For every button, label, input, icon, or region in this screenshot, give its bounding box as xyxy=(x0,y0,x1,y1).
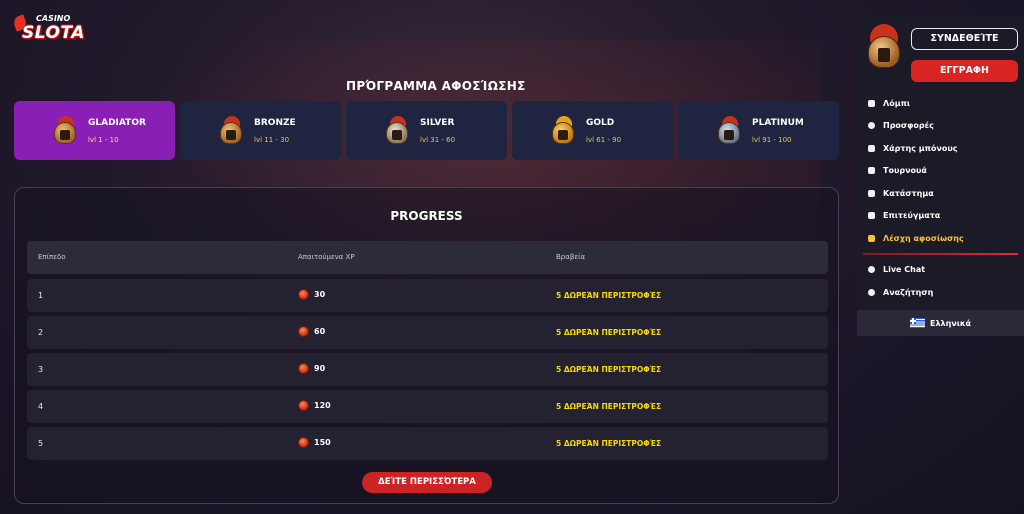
bonus-map-icon xyxy=(868,144,875,152)
tier-silver[interactable]: SILVER lvl 31 - 60 xyxy=(346,101,507,160)
tier-list: GLADIATOR lvl 1 - 10 BRONZE lvl 11 - 30 SI… xyxy=(14,101,839,160)
logo-slota-text: SLOTA xyxy=(22,23,85,43)
sidebar-item-search[interactable]: Αναζήτηση xyxy=(857,281,1024,304)
sidebar-item-label: Λέσχη αφοσίωσης xyxy=(883,233,964,243)
lobby-icon xyxy=(868,99,875,107)
table-row: 5 150 5 ΔΩΡΕΆΝ ΠΕΡΙΣΤΡΟΦΈΣ xyxy=(27,427,828,460)
tier-name: BRONZE xyxy=(254,117,296,128)
sidebar-item-label: Λόμπι xyxy=(883,98,911,108)
row-xp: 90 xyxy=(298,363,325,374)
sidebar-item-bonus-map[interactable]: Χάρτης μπόνους xyxy=(857,137,1024,160)
row-level: 2 xyxy=(38,328,44,337)
row-level: 4 xyxy=(38,402,44,411)
row-xp: 120 xyxy=(298,400,331,411)
page-title: ΠΡΌΓΡΑΜΜΑ ΑΦΟΣΊΩΣΗΣ xyxy=(346,79,526,93)
tier-range: lvl 1 - 10 xyxy=(88,135,119,144)
sidebar: ΣΥΝΔΕΘΕΊΤΕ ΕΓΓΡΑΦΗ Λόμπι Προσφορές Χάρτη… xyxy=(857,16,1024,336)
sidebar-item-label: Αναζήτηση xyxy=(883,287,934,297)
xp-coin-icon xyxy=(298,363,309,374)
tournament-icon xyxy=(868,167,875,175)
table-row: 4 120 5 ΔΩΡΕΆΝ ΠΕΡΙΣΤΡΟΦΈΣ xyxy=(27,390,828,423)
menu-divider xyxy=(863,252,1018,255)
language-selector[interactable]: Ελληνικά xyxy=(857,310,1024,336)
sidebar-item-live-chat[interactable]: Live Chat xyxy=(857,259,1024,282)
tier-range: lvl 61 - 90 xyxy=(586,135,622,144)
row-reward: 5 ΔΩΡΕΆΝ ΠΕΡΙΣΤΡΟΦΈΣ xyxy=(556,328,662,337)
column-level: Επίπεδο xyxy=(38,253,66,261)
see-more-button[interactable]: ΔΕΊΤΕ ΠΕΡΙΣΣΌΤΕΡΑ xyxy=(362,472,492,493)
sidebar-item-label: Live Chat xyxy=(883,265,926,275)
tier-platinum[interactable]: PLATINUM lvl 91 - 100 xyxy=(678,101,839,160)
row-level: 1 xyxy=(38,291,44,300)
progress-card: PROGRESS Επίπεδο Απαιτούμενα XP Βραβεία … xyxy=(14,187,839,504)
row-level: 5 xyxy=(38,439,44,448)
language-label: Ελληνικά xyxy=(929,318,972,328)
tier-name: SILVER xyxy=(420,117,455,128)
table-row: 1 30 5 ΔΩΡΕΆΝ ΠΕΡΙΣΤΡΟΦΈΣ xyxy=(27,279,828,312)
gladiator-helmet-icon xyxy=(52,115,78,146)
row-xp: 150 xyxy=(298,437,331,448)
column-xp: Απαιτούμενα XP xyxy=(298,253,355,261)
avatar[interactable] xyxy=(864,24,904,74)
chat-icon xyxy=(868,266,875,274)
sidebar-item-label: Κατάστημα xyxy=(883,188,934,198)
tier-name: GOLD xyxy=(586,117,615,128)
sidebar-item-label: Τουρνουά xyxy=(883,166,927,176)
sidebar-menu: Λόμπι Προσφορές Χάρτης μπόνους Τουρνουά … xyxy=(857,92,1024,304)
achievements-icon xyxy=(868,212,875,220)
bronze-helmet-icon xyxy=(218,115,244,146)
tier-gold[interactable]: GOLD lvl 61 - 90 xyxy=(512,101,673,160)
sidebar-item-shop[interactable]: Κατάστημα xyxy=(857,182,1024,205)
tier-name: PLATINUM xyxy=(752,117,804,128)
table-header: Επίπεδο Απαιτούμενα XP Βραβεία xyxy=(27,241,828,274)
tier-name: GLADIATOR xyxy=(88,117,146,128)
tier-range: lvl 91 - 100 xyxy=(752,135,792,144)
table-row: 2 60 5 ΔΩΡΕΆΝ ΠΕΡΙΣΤΡΟΦΈΣ xyxy=(27,316,828,349)
sidebar-item-label: Επιτεύγματα xyxy=(883,211,941,221)
sidebar-item-loyalty-club[interactable]: Λέσχη αφοσίωσης xyxy=(857,227,1024,250)
search-icon xyxy=(868,288,875,296)
sidebar-item-label: Χάρτης μπόνους xyxy=(883,143,958,153)
xp-coin-icon xyxy=(298,437,309,448)
xp-coin-icon xyxy=(298,289,309,300)
row-level: 3 xyxy=(38,365,44,374)
sidebar-item-label: Προσφορές xyxy=(883,121,934,131)
xp-coin-icon xyxy=(298,400,309,411)
login-button[interactable]: ΣΥΝΔΕΘΕΊΤΕ xyxy=(911,28,1018,50)
tier-gladiator[interactable]: GLADIATOR lvl 1 - 10 xyxy=(14,101,175,160)
tier-range: lvl 11 - 30 xyxy=(254,135,290,144)
table-row: 3 90 5 ΔΩΡΕΆΝ ΠΕΡΙΣΤΡΟΦΈΣ xyxy=(27,353,828,386)
greek-flag-icon xyxy=(909,318,925,328)
progress-title: PROGRESS xyxy=(390,209,463,223)
row-reward: 5 ΔΩΡΕΆΝ ΠΕΡΙΣΤΡΟΦΈΣ xyxy=(556,291,662,300)
sidebar-item-lobby[interactable]: Λόμπι xyxy=(857,92,1024,115)
row-reward: 5 ΔΩΡΕΆΝ ΠΕΡΙΣΤΡΟΦΈΣ xyxy=(556,439,662,448)
row-reward: 5 ΔΩΡΕΆΝ ΠΕΡΙΣΤΡΟΦΈΣ xyxy=(556,402,662,411)
casino-slota-logo[interactable]: CASINO SLOTA xyxy=(11,14,92,46)
loyalty-club-icon xyxy=(868,234,875,242)
sidebar-item-achievements[interactable]: Επιτεύγματα xyxy=(857,205,1024,228)
row-reward: 5 ΔΩΡΕΆΝ ΠΕΡΙΣΤΡΟΦΈΣ xyxy=(556,365,662,374)
sidebar-item-tournaments[interactable]: Τουρνουά xyxy=(857,160,1024,183)
tier-range: lvl 31 - 60 xyxy=(420,135,456,144)
sidebar-item-promotions[interactable]: Προσφορές xyxy=(857,115,1024,138)
platinum-helmet-icon xyxy=(716,115,742,146)
column-rewards: Βραβεία xyxy=(556,253,586,261)
gold-helmet-icon xyxy=(550,115,576,146)
tier-bronze[interactable]: BRONZE lvl 11 - 30 xyxy=(180,101,341,160)
promotions-icon xyxy=(868,122,875,130)
silver-helmet-icon xyxy=(384,115,410,146)
shop-icon xyxy=(868,189,875,197)
logo-casino-text: CASINO xyxy=(36,14,71,23)
xp-coin-icon xyxy=(298,326,309,337)
row-xp: 60 xyxy=(298,326,325,337)
row-xp: 30 xyxy=(298,289,325,300)
register-button[interactable]: ΕΓΓΡΑΦΗ xyxy=(911,60,1018,82)
